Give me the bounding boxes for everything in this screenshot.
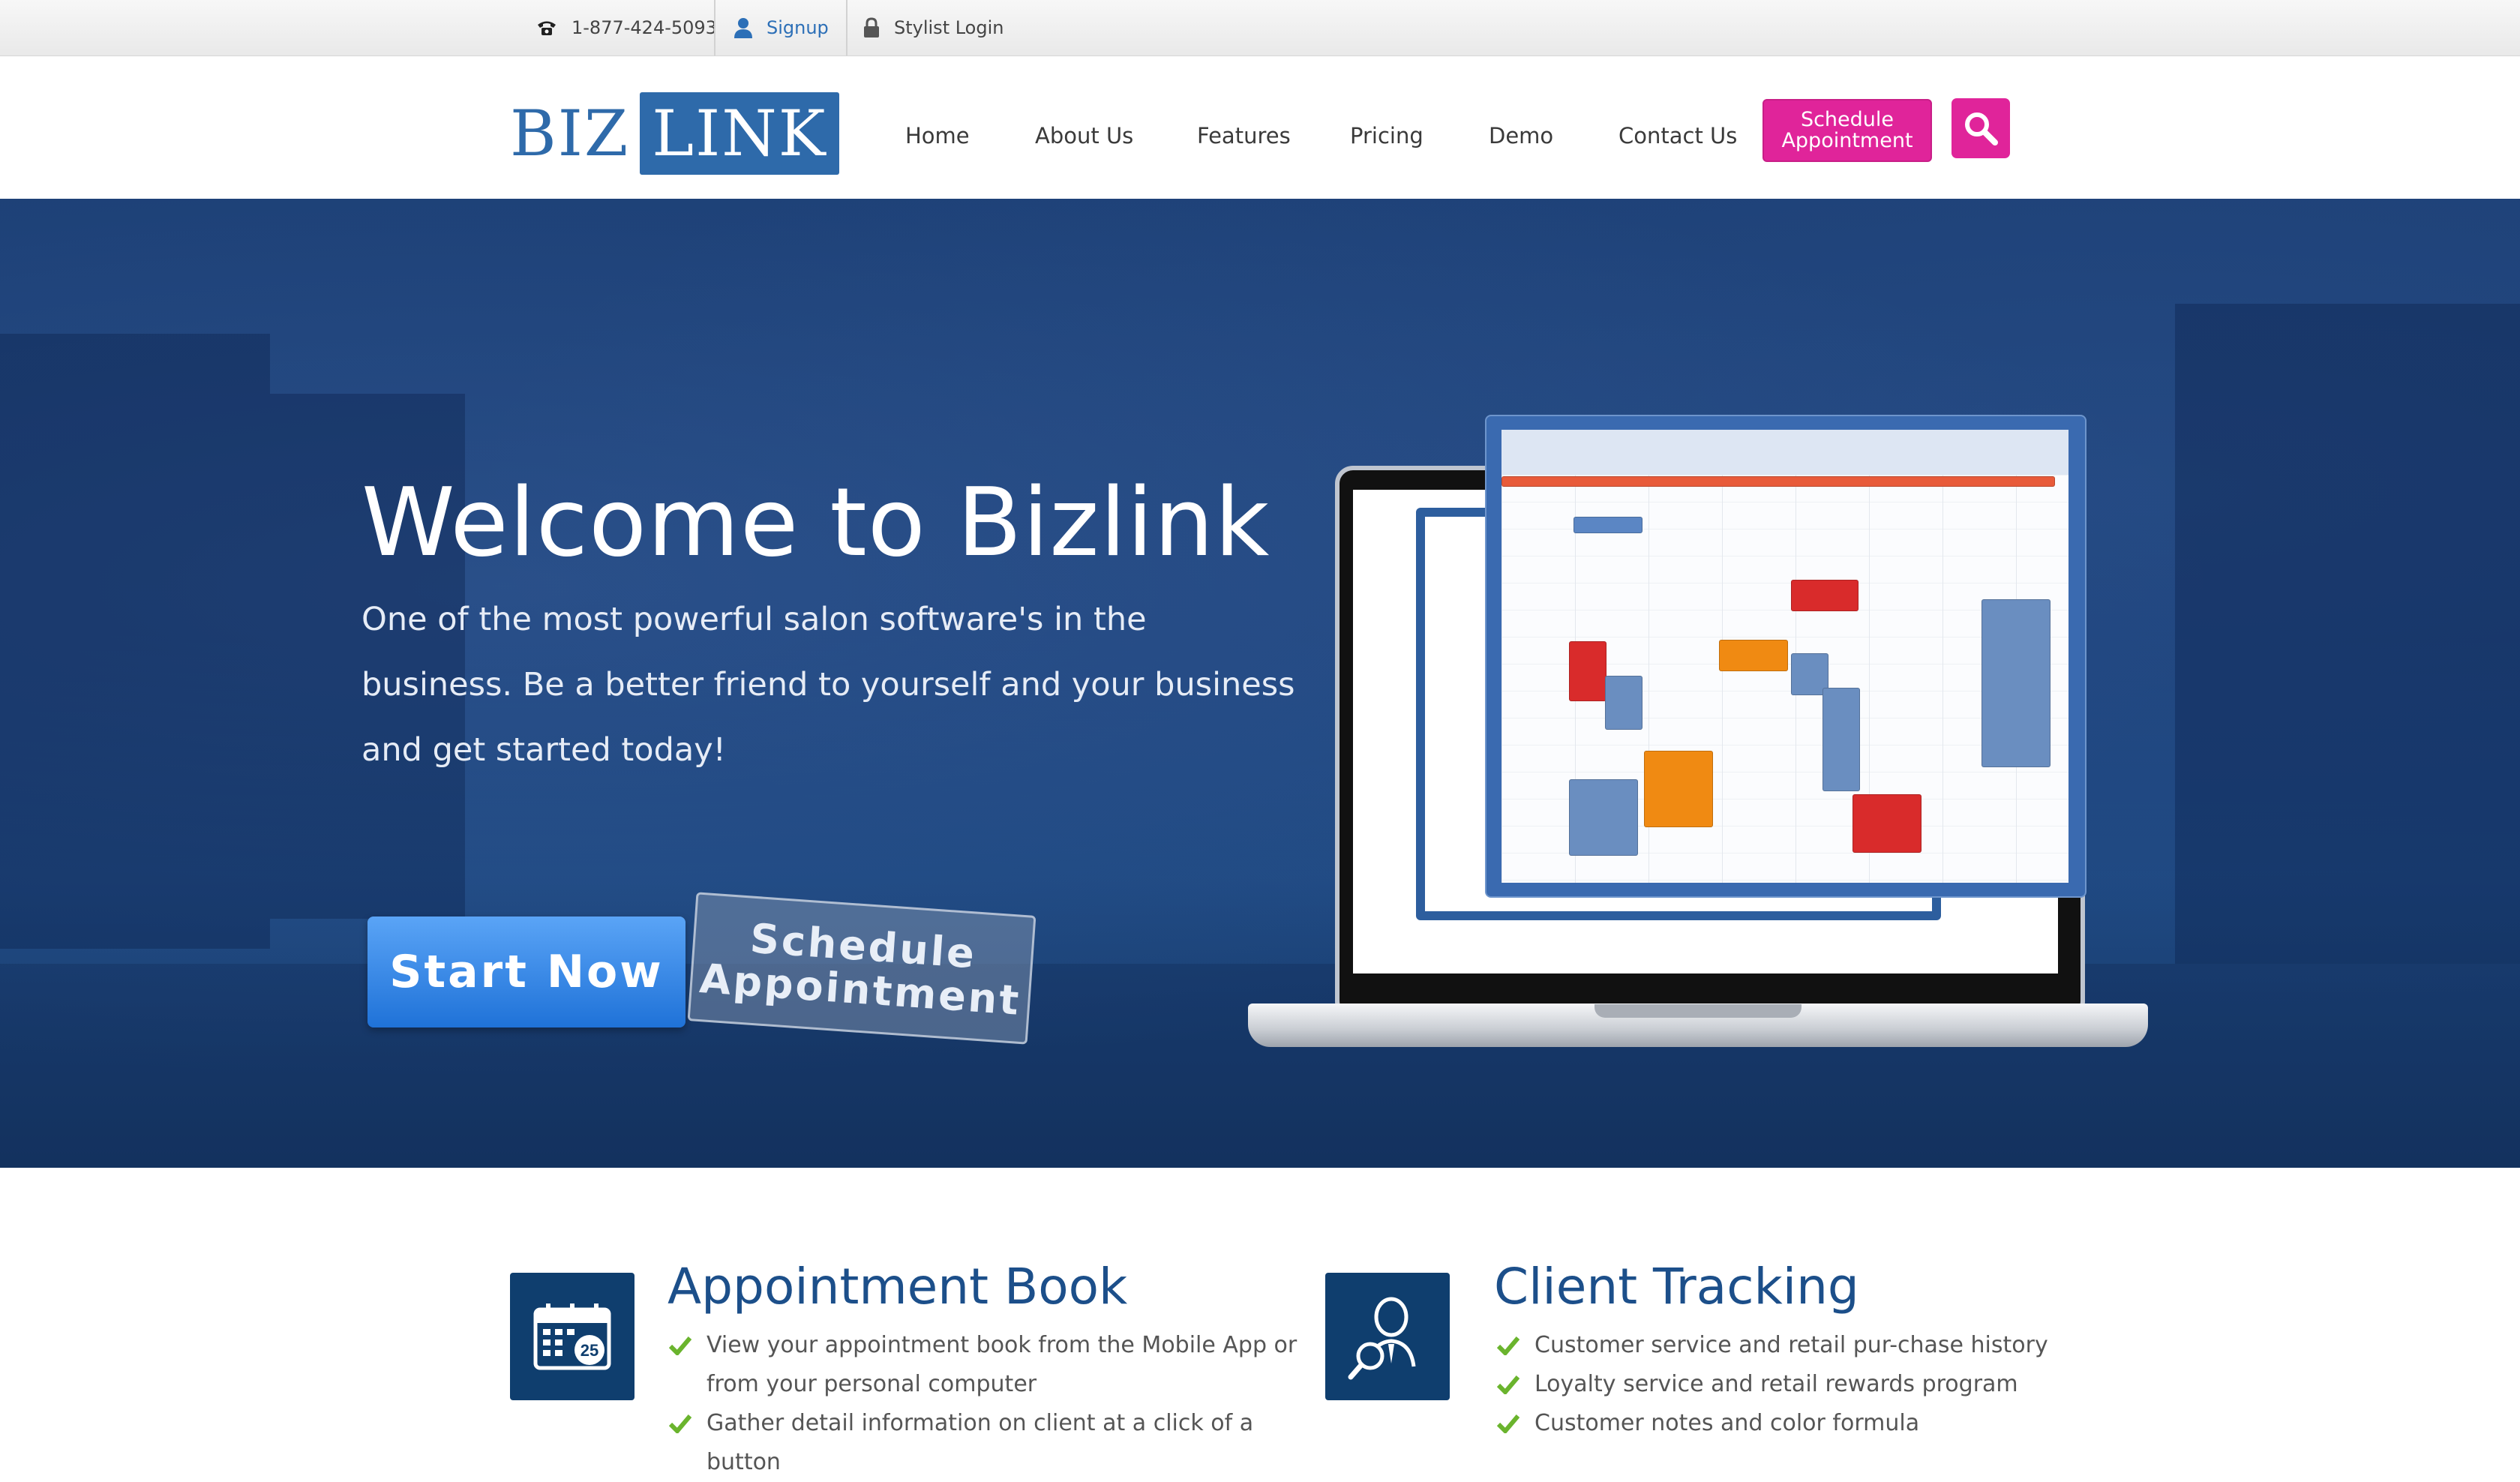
calendar-event <box>1605 676 1642 730</box>
signup-label: Signup <box>766 17 829 38</box>
divider <box>714 0 716 56</box>
nav-features[interactable]: Features <box>1197 113 1291 158</box>
background-building <box>2175 304 2520 964</box>
site-header: BIZ LINK Home About Us Features Pricing … <box>0 56 2520 199</box>
calendar-event <box>1822 688 1860 791</box>
appointment-book-icon-box: 25 <box>510 1273 634 1400</box>
nav-contact-us[interactable]: Contact Us <box>1618 113 1737 158</box>
list-item: Loyalty service and retail rewards progr… <box>1497 1365 2172 1404</box>
list-item: Customer notes and color formula <box>1497 1404 2172 1443</box>
list-item: Customer service and retail pur-chase hi… <box>1497 1326 2172 1365</box>
start-now-button[interactable]: Start Now <box>368 916 686 1028</box>
list-item-text: View your appointment book from the Mobi… <box>706 1332 1298 1397</box>
calendar-event <box>1719 640 1788 671</box>
top-utility-bar: 1-877-424-5093 Signup Stylist Login <box>0 0 2520 56</box>
phone-number: 1-877-424-5093 <box>572 17 717 38</box>
calendar-window-front <box>1485 415 2086 898</box>
laptop-screenshot-illustration <box>1248 415 2148 1047</box>
calendar-event <box>1644 751 1713 827</box>
calendar-event <box>1982 599 2050 767</box>
nav-about-us[interactable]: About Us <box>1035 113 1133 158</box>
nav-pricing[interactable]: Pricing <box>1350 113 1424 158</box>
bizlink-logo[interactable]: BIZ LINK <box>510 92 839 175</box>
schedule-appointment-button[interactable]: Schedule Appointment <box>1762 99 1932 162</box>
calendar-event <box>1502 476 2055 487</box>
phone-icon <box>538 21 556 35</box>
list-item: View your appointment book from the Mobi… <box>669 1326 1306 1404</box>
stylist-login-link[interactable]: Stylist Login <box>862 0 1004 56</box>
appointment-book-list: View your appointment book from the Mobi… <box>669 1326 1306 1482</box>
nav-demo[interactable]: Demo <box>1489 113 1553 158</box>
calendar-event <box>1569 641 1606 701</box>
appointment-book-title: Appointment Book <box>668 1258 1128 1316</box>
calendar-event <box>1569 779 1638 856</box>
background-building <box>0 334 270 949</box>
hero-banner: Welcome to Bizlink One of the most power… <box>0 199 2520 1168</box>
client-tracking-list: Customer service and retail pur-chase hi… <box>1497 1326 2172 1443</box>
checkmark-icon <box>669 1404 696 1443</box>
calendar-event <box>1791 580 1858 611</box>
hero-schedule-appointment-button[interactable]: Schedule Appointment <box>687 892 1036 1045</box>
logo-link-text: LINK <box>640 92 839 175</box>
lock-icon <box>864 17 879 38</box>
user-icon <box>734 18 752 38</box>
calendar-event <box>1852 794 1922 853</box>
list-item-text: Loyalty service and retail rewards progr… <box>1534 1371 2018 1397</box>
search-button[interactable] <box>1952 98 2010 158</box>
checkmark-icon <box>1497 1326 1524 1365</box>
client-tracking-title: Client Tracking <box>1494 1258 1859 1316</box>
calendar-header <box>1502 430 2068 475</box>
search-icon <box>1965 112 1998 146</box>
svg-text:25: 25 <box>580 1341 598 1360</box>
hero-subtitle: One of the most powerful salon software'… <box>362 601 1295 769</box>
list-item-text: Customer notes and color formula <box>1534 1410 1920 1436</box>
logo-biz-text: BIZ <box>510 97 630 170</box>
calendar-event <box>1574 517 1642 533</box>
stylist-login-label: Stylist Login <box>894 17 1004 38</box>
laptop-notch <box>1594 1004 1802 1018</box>
client-tracking-icon-box <box>1325 1273 1450 1400</box>
checkmark-icon <box>1497 1365 1524 1404</box>
hero-title: Welcome to Bizlink <box>362 467 1270 578</box>
client-search-icon <box>1348 1297 1416 1380</box>
nav-home[interactable]: Home <box>905 113 970 158</box>
list-item-text: Gather detail information on client at a… <box>706 1410 1254 1475</box>
checkmark-icon <box>1497 1404 1524 1443</box>
divider <box>846 0 848 56</box>
signup-link[interactable]: Signup <box>734 0 829 56</box>
calendar-icon: 25 <box>533 1304 611 1370</box>
list-item: Gather detail information on client at a… <box>669 1404 1306 1482</box>
phone-contact[interactable]: 1-877-424-5093 <box>536 0 717 56</box>
list-item-text: Customer service and retail pur-chase hi… <box>1534 1332 2048 1358</box>
checkmark-icon <box>669 1326 696 1365</box>
